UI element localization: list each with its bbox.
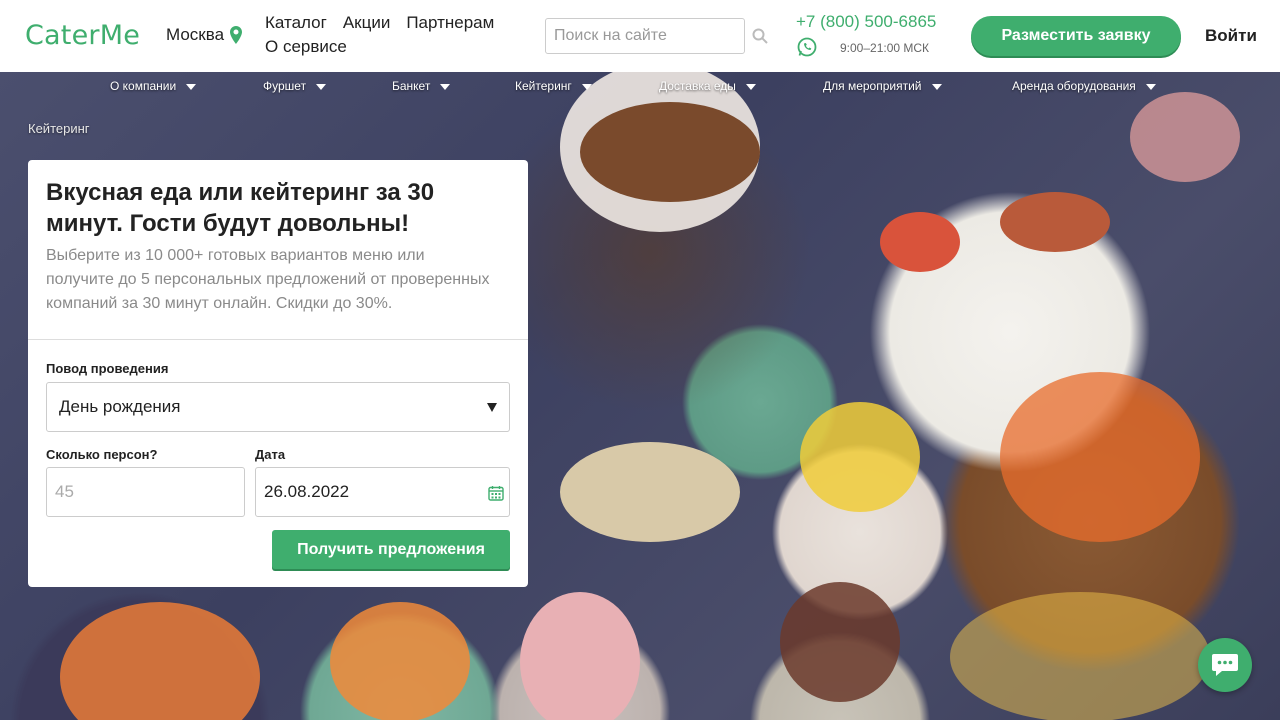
chevron-down-icon [186,83,197,90]
nav-catalog[interactable]: Каталог [265,11,327,35]
city-name: Москва [166,25,225,44]
chevron-down-icon [745,83,756,90]
food-canape-red [880,212,960,272]
catnav-equipment-rental[interactable]: Аренда оборудования [1012,79,1156,93]
category-nav: О компании Фуршет Банкет Кейтеринг Доста… [0,72,1280,102]
search-icon[interactable] [752,28,768,44]
food-rolls [560,442,740,542]
food-eggplant-rolls [780,582,900,702]
decor-flowers [1130,92,1240,182]
occasion-select[interactable]: День рождения [46,382,510,432]
working-hours: 9:00–21:00 МСК [840,41,930,55]
food-canape-meat [1000,192,1110,252]
phone-number[interactable]: +7 (800) 500-6865 [796,12,936,32]
login-link[interactable]: Войти [1205,26,1257,46]
catnav-banquet[interactable]: Банкет [392,79,451,93]
page-lead: Выберите из 10 000+ готовых вариантов ме… [46,247,490,312]
city-selector[interactable]: Москва [166,25,243,45]
catnav-buffet[interactable]: Фуршет [263,79,327,93]
occasion-value: День рождения [59,397,181,416]
search-input[interactable] [545,18,745,54]
food-cheese-canapes [800,402,920,512]
food-salmon-tartlets [330,602,470,720]
catnav-food-delivery[interactable]: Доставка еды [659,79,756,93]
main-nav: Каталог Акции Партнерам О сервисе [265,11,525,59]
page-title: Вкусная еда или кейтеринг за 30 минут. Г… [46,179,435,237]
catnav-about-company[interactable]: О компании [110,79,197,93]
chat-bubble-icon [1212,654,1238,676]
chevron-down-icon [1145,83,1156,90]
nav-promotions[interactable]: Акции [343,11,391,35]
chat-button[interactable] [1198,638,1252,692]
calendar-icon[interactable] [488,485,504,501]
place-request-button[interactable]: Разместить заявку [971,16,1181,56]
date-label: Дата [255,447,286,462]
food-skewers [580,102,760,202]
catnav-for-events[interactable]: Для мероприятий [823,79,942,93]
chevron-down-icon [581,83,592,90]
food-salad-cups [950,592,1210,720]
breadcrumb[interactable]: Кейтеринг [28,121,90,136]
persons-label: Сколько персон? [46,447,158,462]
catnav-catering[interactable]: Кейтеринг [515,79,592,93]
location-pin-icon [230,26,243,44]
dropdown-arrow-icon [487,402,497,412]
nav-partners[interactable]: Партнерам [406,11,494,35]
site-header: CaterMe Москва Каталог Акции Партнерам О се… [0,0,1280,72]
request-form-card: Вкусная еда или кейтеринг за 30 минут. Г… [28,160,528,587]
divider [28,339,528,340]
chevron-down-icon [440,83,451,90]
chevron-down-icon [316,83,327,90]
persons-input[interactable] [46,467,245,517]
whatsapp-icon[interactable] [797,37,817,57]
occasion-label: Повод проведения [46,361,169,376]
date-input[interactable] [255,467,510,517]
food-ham-rolls [520,592,640,720]
logo[interactable]: CaterMe [25,20,140,51]
food-shrimp [60,602,260,720]
chevron-down-icon [931,83,942,90]
get-offers-button[interactable]: Получить предложения [272,530,510,569]
nav-about[interactable]: О сервисе [265,35,347,59]
food-salmon-bruschetta [1000,372,1200,542]
